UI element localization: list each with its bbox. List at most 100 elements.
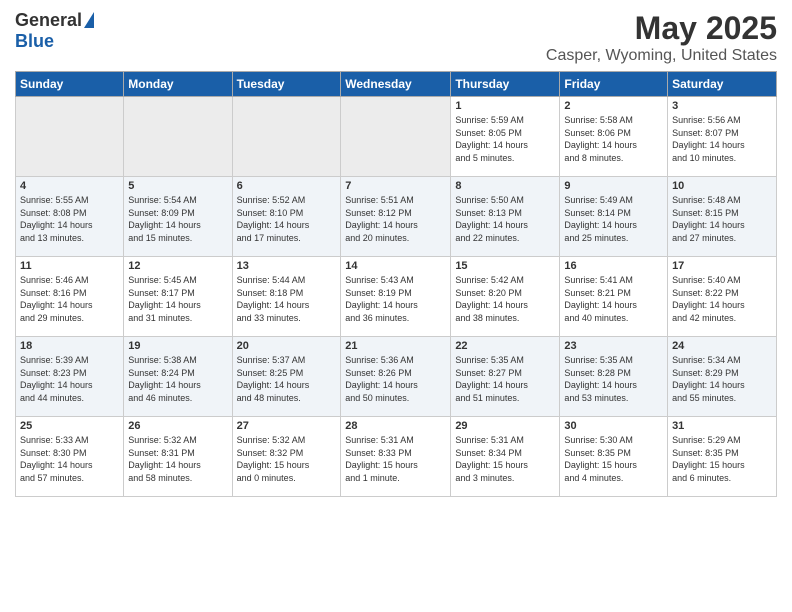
day-info: Sunrise: 5:39 AM Sunset: 8:23 PM Dayligh…: [20, 354, 119, 404]
calendar-week-row: 11Sunrise: 5:46 AM Sunset: 8:16 PM Dayli…: [16, 257, 777, 337]
calendar-day-cell: 15 Sunrise: 5:42 AM Sunset: 8:20 PM Dayli…: [451, 257, 560, 337]
calendar-empty-cell: [16, 97, 124, 177]
calendar-day-cell: 18Sunrise: 5:39 AM Sunset: 8:23 PM Dayli…: [16, 337, 124, 417]
calendar-day-cell: 27Sunrise: 5:32 AM Sunset: 8:32 PM Dayli…: [232, 417, 341, 497]
day-number: 28: [345, 420, 446, 432]
day-info: Sunrise: 5:56 AM Sunset: 8:07 PM Dayligh…: [672, 114, 772, 164]
page: General Blue May 2025 Casper, Wyoming, U…: [0, 0, 792, 612]
day-number: 30: [564, 420, 663, 432]
calendar-day-cell: 24 Sunrise: 5:34 AM Sunset: 8:29 PM Dayli…: [668, 337, 777, 417]
day-info: Sunrise: 5:54 AM Sunset: 8:09 PM Dayligh…: [128, 194, 227, 244]
day-number: 29: [455, 420, 555, 432]
day-info: Sunrise: 5:58 AM Sunset: 8:06 PM Dayligh…: [564, 114, 663, 164]
day-header-tuesday: Tuesday: [232, 72, 341, 97]
calendar-day-cell: 14Sunrise: 5:43 AM Sunset: 8:19 PM Dayli…: [341, 257, 451, 337]
day-info: Sunrise: 5:45 AM Sunset: 8:17 PM Dayligh…: [128, 274, 227, 324]
calendar-day-cell: 7Sunrise: 5:51 AM Sunset: 8:12 PM Daylig…: [341, 177, 451, 257]
calendar-day-cell: 5 Sunrise: 5:54 AM Sunset: 8:09 PM Daylig…: [124, 177, 232, 257]
logo-triangle-icon: [84, 12, 94, 28]
calendar-empty-cell: [341, 97, 451, 177]
calendar-day-cell: 23Sunrise: 5:35 AM Sunset: 8:28 PM Dayli…: [560, 337, 668, 417]
day-info: Sunrise: 5:30 AM Sunset: 8:35 PM Dayligh…: [564, 434, 663, 484]
day-number: 8: [455, 180, 555, 192]
day-number: 24: [672, 340, 772, 352]
calendar-day-cell: 11Sunrise: 5:46 AM Sunset: 8:16 PM Dayli…: [16, 257, 124, 337]
calendar-day-cell: 20 Sunrise: 5:37 AM Sunset: 8:25 PM Dayli…: [232, 337, 341, 417]
day-info: Sunrise: 5:38 AM Sunset: 8:24 PM Dayligh…: [128, 354, 227, 404]
calendar-week-row: 25 Sunrise: 5:33 AM Sunset: 8:30 PM Dayli…: [16, 417, 777, 497]
day-info: Sunrise: 5:32 AM Sunset: 8:31 PM Dayligh…: [128, 434, 227, 484]
day-number: 7: [345, 180, 446, 192]
logo-general-text: General: [15, 10, 82, 31]
day-info: Sunrise: 5:31 AM Sunset: 8:33 PM Dayligh…: [345, 434, 446, 484]
day-number: 17: [672, 260, 772, 272]
calendar-header-row: SundayMondayTuesdayWednesdayThursdayFrid…: [16, 72, 777, 97]
day-number: 14: [345, 260, 446, 272]
calendar-day-cell: 21 Sunrise: 5:36 AM Sunset: 8:26 PM Dayli…: [341, 337, 451, 417]
calendar-day-cell: 31 Sunrise: 5:29 AM Sunset: 8:35 PM Dayli…: [668, 417, 777, 497]
day-number: 4: [20, 180, 119, 192]
day-header-thursday: Thursday: [451, 72, 560, 97]
day-number: 2: [564, 100, 663, 112]
day-info: Sunrise: 5:37 AM Sunset: 8:25 PM Dayligh…: [237, 354, 337, 404]
day-info: Sunrise: 5:49 AM Sunset: 8:14 PM Dayligh…: [564, 194, 663, 244]
calendar-day-cell: 12 Sunrise: 5:45 AM Sunset: 8:17 PM Dayli…: [124, 257, 232, 337]
calendar-week-row: 1 Sunrise: 5:59 AM Sunset: 8:05 PM Daylig…: [16, 97, 777, 177]
day-number: 12: [128, 260, 227, 272]
calendar-day-cell: 13 Sunrise: 5:44 AM Sunset: 8:18 PM Dayli…: [232, 257, 341, 337]
day-number: 31: [672, 420, 772, 432]
day-info: Sunrise: 5:34 AM Sunset: 8:29 PM Dayligh…: [672, 354, 772, 404]
day-number: 1: [455, 100, 555, 112]
calendar-day-cell: 17 Sunrise: 5:40 AM Sunset: 8:22 PM Dayli…: [668, 257, 777, 337]
calendar-table: SundayMondayTuesdayWednesdayThursdayFrid…: [15, 71, 777, 497]
day-info: Sunrise: 5:42 AM Sunset: 8:20 PM Dayligh…: [455, 274, 555, 324]
day-info: Sunrise: 5:31 AM Sunset: 8:34 PM Dayligh…: [455, 434, 555, 484]
day-number: 6: [237, 180, 337, 192]
day-info: Sunrise: 5:36 AM Sunset: 8:26 PM Dayligh…: [345, 354, 446, 404]
calendar-day-cell: 9 Sunrise: 5:49 AM Sunset: 8:14 PM Daylig…: [560, 177, 668, 257]
day-number: 27: [237, 420, 337, 432]
calendar-day-cell: 6 Sunrise: 5:52 AM Sunset: 8:10 PM Daylig…: [232, 177, 341, 257]
day-number: 19: [128, 340, 227, 352]
day-info: Sunrise: 5:46 AM Sunset: 8:16 PM Dayligh…: [20, 274, 119, 324]
calendar-day-cell: 4 Sunrise: 5:55 AM Sunset: 8:08 PM Daylig…: [16, 177, 124, 257]
calendar-empty-cell: [124, 97, 232, 177]
day-header-saturday: Saturday: [668, 72, 777, 97]
calendar-day-cell: 30 Sunrise: 5:30 AM Sunset: 8:35 PM Dayli…: [560, 417, 668, 497]
day-header-friday: Friday: [560, 72, 668, 97]
day-number: 21: [345, 340, 446, 352]
calendar-empty-cell: [232, 97, 341, 177]
day-info: Sunrise: 5:29 AM Sunset: 8:35 PM Dayligh…: [672, 434, 772, 484]
day-number: 3: [672, 100, 772, 112]
day-info: Sunrise: 5:52 AM Sunset: 8:10 PM Dayligh…: [237, 194, 337, 244]
day-info: Sunrise: 5:33 AM Sunset: 8:30 PM Dayligh…: [20, 434, 119, 484]
main-title: May 2025: [546, 10, 777, 47]
day-header-sunday: Sunday: [16, 72, 124, 97]
calendar-day-cell: 2 Sunrise: 5:58 AM Sunset: 8:06 PM Daylig…: [560, 97, 668, 177]
calendar-day-cell: 3 Sunrise: 5:56 AM Sunset: 8:07 PM Daylig…: [668, 97, 777, 177]
day-number: 25: [20, 420, 119, 432]
day-number: 9: [564, 180, 663, 192]
day-info: Sunrise: 5:50 AM Sunset: 8:13 PM Dayligh…: [455, 194, 555, 244]
day-header-monday: Monday: [124, 72, 232, 97]
calendar-day-cell: 8 Sunrise: 5:50 AM Sunset: 8:13 PM Daylig…: [451, 177, 560, 257]
subtitle: Casper, Wyoming, United States: [546, 47, 777, 65]
day-number: 13: [237, 260, 337, 272]
logo-blue-text: Blue: [15, 31, 54, 52]
day-info: Sunrise: 5:44 AM Sunset: 8:18 PM Dayligh…: [237, 274, 337, 324]
day-info: Sunrise: 5:55 AM Sunset: 8:08 PM Dayligh…: [20, 194, 119, 244]
calendar-day-cell: 26 Sunrise: 5:32 AM Sunset: 8:31 PM Dayli…: [124, 417, 232, 497]
day-number: 15: [455, 260, 555, 272]
day-info: Sunrise: 5:59 AM Sunset: 8:05 PM Dayligh…: [455, 114, 555, 164]
calendar-day-cell: 28 Sunrise: 5:31 AM Sunset: 8:33 PM Dayli…: [341, 417, 451, 497]
day-number: 16: [564, 260, 663, 272]
day-header-wednesday: Wednesday: [341, 72, 451, 97]
day-info: Sunrise: 5:48 AM Sunset: 8:15 PM Dayligh…: [672, 194, 772, 244]
calendar-week-row: 4 Sunrise: 5:55 AM Sunset: 8:08 PM Daylig…: [16, 177, 777, 257]
calendar-day-cell: 25 Sunrise: 5:33 AM Sunset: 8:30 PM Dayli…: [16, 417, 124, 497]
day-info: Sunrise: 5:40 AM Sunset: 8:22 PM Dayligh…: [672, 274, 772, 324]
logo: General Blue: [15, 10, 94, 52]
day-number: 26: [128, 420, 227, 432]
day-number: 20: [237, 340, 337, 352]
day-number: 5: [128, 180, 227, 192]
